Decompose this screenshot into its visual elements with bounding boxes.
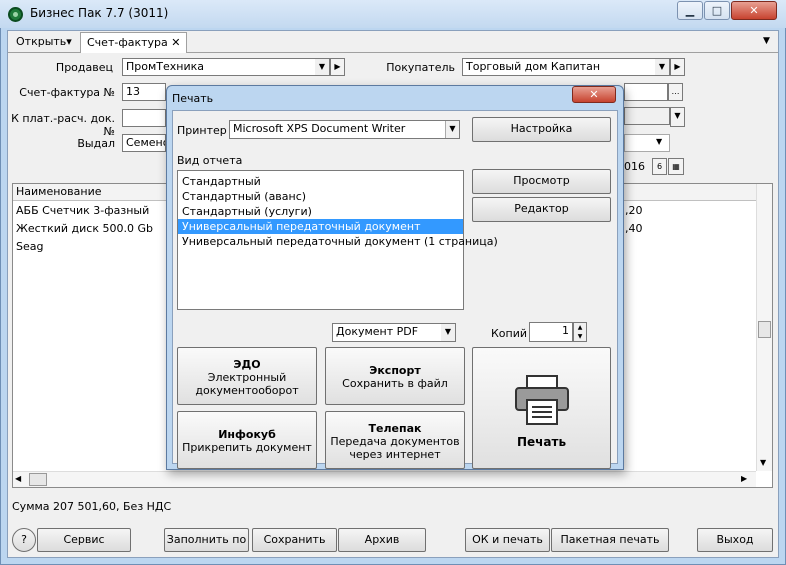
table-cell: ,20: [625, 204, 643, 217]
invoice-number-field[interactable]: 13: [122, 83, 166, 101]
vertical-scrollbar[interactable]: ▼: [756, 184, 772, 471]
list-item-selected[interactable]: Универсальный передаточный документ: [178, 219, 463, 234]
export-title: Экспорт: [369, 364, 421, 377]
print-button[interactable]: Печать: [472, 347, 611, 469]
exit-button[interactable]: Выход: [697, 528, 773, 552]
printer-icon: [515, 375, 569, 425]
table-cell: ,40: [625, 222, 643, 235]
tab-list-chevron-icon[interactable]: ▼: [763, 36, 775, 48]
editor-button[interactable]: Редактор: [472, 197, 611, 222]
close-button[interactable]: ✕: [731, 1, 777, 20]
settings-button[interactable]: Настройка: [472, 117, 611, 142]
issued-by-field[interactable]: Семенов: [122, 134, 166, 152]
copies-stepper[interactable]: ▲ ▼: [573, 322, 587, 342]
date-fragment[interactable]: 016: [624, 160, 652, 176]
sum-status-text: Сумма 207 501,60, Без НДС: [12, 500, 172, 513]
calendar-icon[interactable]: ▦: [668, 158, 684, 175]
edo-subtitle-1: Электронный: [207, 371, 287, 384]
minimize-button[interactable]: ▁: [677, 1, 703, 20]
horizontal-scrollbar[interactable]: ◀ ▶: [13, 471, 756, 487]
issued-by-label: Выдал: [77, 137, 115, 150]
chevron-down-icon[interactable]: ▼: [315, 59, 329, 75]
save-button[interactable]: Сохранить: [252, 528, 337, 552]
date-day-button[interactable]: 6: [652, 158, 667, 175]
scroll-down-icon[interactable]: ▼: [760, 458, 766, 467]
print-button-label: Печать: [516, 435, 567, 449]
report-type-label: Вид отчета: [177, 154, 243, 167]
seller-value: ПромТехника: [126, 60, 205, 73]
telepak-title: Телепак: [368, 422, 422, 435]
format-value: Документ PDF: [336, 325, 419, 338]
invoice-number-label: Счет-фактура №: [19, 86, 115, 99]
fill-button[interactable]: Заполнить по: [164, 528, 249, 552]
issued-extra-field[interactable]: [624, 134, 670, 152]
stepper-up-icon[interactable]: ▲: [574, 323, 586, 332]
infocube-title: Инфокуб: [218, 428, 276, 441]
format-select[interactable]: Документ PDF ▼: [332, 323, 456, 342]
app-logo-icon: [8, 7, 23, 22]
grid-rows: АББ Счетчик 3-фазный Жесткий диск 500.0 …: [13, 202, 173, 253]
printer-select[interactable]: Microsoft XPS Document Writer ▼: [229, 120, 460, 139]
archive-button[interactable]: Архив: [338, 528, 426, 552]
list-item[interactable]: Стандартный (услуги): [178, 204, 463, 219]
copies-label: Копий: [491, 327, 528, 340]
preview-button[interactable]: Просмотр: [472, 169, 611, 194]
list-item[interactable]: Стандартный (аванс): [178, 189, 463, 204]
infocube-subtitle: Прикрепить документ: [182, 441, 312, 454]
seller-label: Продавец: [55, 61, 113, 74]
scroll-right-icon[interactable]: ▶: [741, 474, 747, 483]
edo-title: ЭДО: [233, 358, 261, 371]
table-row[interactable]: АББ Счетчик 3-фазный: [13, 202, 173, 220]
telepak-button[interactable]: Телепак Передача документов через интерн…: [325, 411, 465, 469]
chevron-down-icon[interactable]: ▼: [441, 324, 455, 341]
buyer-label: Покупатель: [386, 61, 455, 74]
dialog-close-button[interactable]: ✕: [572, 86, 616, 103]
stepper-down-icon[interactable]: ▼: [574, 332, 586, 341]
telepak-subtitle-2: через интернет: [349, 448, 441, 461]
payment-extra-field[interactable]: [624, 107, 670, 125]
printer-value: Microsoft XPS Document Writer: [233, 122, 406, 135]
ok-print-button[interactable]: ОК и печать: [465, 528, 550, 552]
tab-invoice[interactable]: Счет-фактура ✕: [80, 32, 188, 53]
grid-right-column: ,20 ,40: [622, 202, 643, 238]
chevron-down-icon[interactable]: ▼: [445, 121, 459, 138]
payment-doc-field[interactable]: [122, 109, 166, 127]
hscroll-thumb[interactable]: [29, 473, 47, 486]
payment-dropdown-button[interactable]: ▼: [670, 107, 685, 127]
list-item[interactable]: Стандартный: [178, 174, 463, 189]
seller-select-button[interactable]: ▶: [330, 58, 345, 76]
maximize-button[interactable]: □: [704, 1, 730, 20]
buyer-field[interactable]: Торговый дом Капитан ▼: [462, 58, 670, 76]
edo-button[interactable]: ЭДО Электронный документооборот: [177, 347, 317, 405]
copies-input[interactable]: 1: [529, 322, 573, 342]
help-button[interactable]: ?: [12, 528, 36, 552]
report-type-list[interactable]: Стандартный Стандартный (аванс) Стандарт…: [177, 170, 498, 310]
telepak-subtitle-1: Передача документов: [330, 435, 460, 448]
infocube-button[interactable]: Инфокуб Прикрепить документ: [177, 411, 317, 469]
export-button[interactable]: Экспорт Сохранить в файл: [325, 347, 465, 405]
scroll-left-icon[interactable]: ◀: [15, 474, 21, 483]
tab-open-menu[interactable]: Открыть▾: [10, 32, 78, 53]
export-subtitle: Сохранить в файл: [342, 377, 448, 390]
buyer-select-button[interactable]: ▶: [670, 58, 685, 76]
printer-label: Принтер: [177, 124, 227, 137]
batch-print-button[interactable]: Пакетная печать: [551, 528, 669, 552]
dialog-title: Печать: [172, 92, 214, 105]
seller-field[interactable]: ПромТехника ▼: [122, 58, 330, 76]
invoice-extra-field[interactable]: [624, 83, 668, 101]
chevron-down-icon[interactable]: ▼: [655, 59, 669, 75]
service-button[interactable]: Сервис: [37, 528, 131, 552]
buyer-value: Торговый дом Капитан: [466, 60, 601, 73]
list-item[interactable]: Универсальный передаточный документ (1 с…: [178, 234, 498, 249]
window-title: Бизнес Пак 7.7 (3011): [30, 6, 169, 20]
payment-doc-label: К плат.-расч. док. №: [11, 112, 115, 138]
chevron-down-icon[interactable]: ▼: [656, 137, 662, 146]
edo-subtitle-2: документооборот: [195, 384, 299, 397]
table-row[interactable]: Жесткий диск 500.0 Gb Seag: [13, 220, 173, 253]
ellipsis-button[interactable]: …: [668, 83, 683, 101]
scroll-thumb[interactable]: [758, 321, 771, 338]
